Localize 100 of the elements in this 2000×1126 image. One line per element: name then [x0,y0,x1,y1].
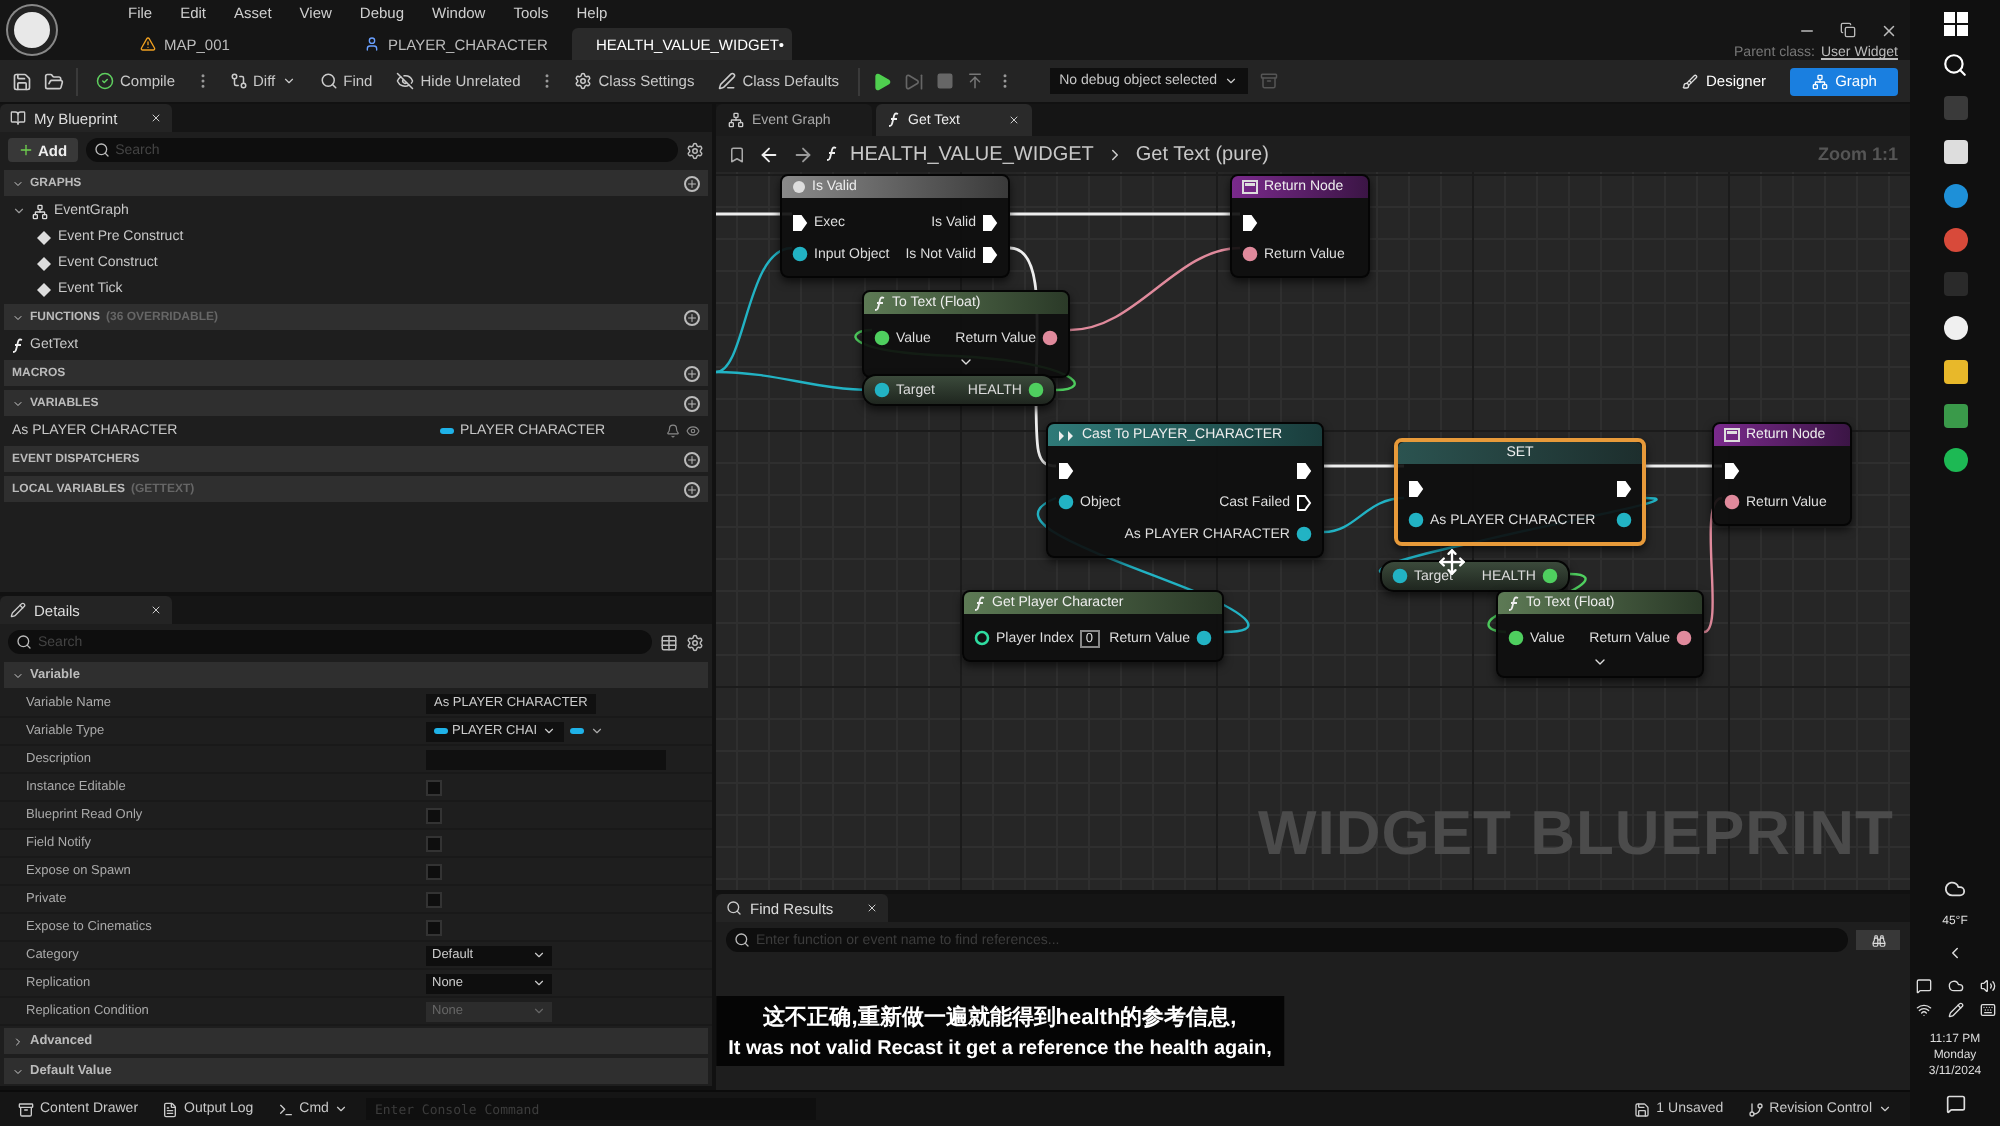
data-pin-icon[interactable] [1408,512,1424,528]
graph-canvas[interactable] [716,172,1910,890]
exec-pin-icon[interactable] [1616,479,1632,497]
exec-pin-icon[interactable] [792,213,808,231]
data-pin-icon[interactable] [1296,526,1312,542]
exec-pin-icon[interactable] [1296,461,1312,479]
data-pin-icon[interactable] [874,382,890,398]
return-icon [1724,428,1740,442]
speaker-icon[interactable] [1979,978,1995,994]
checkbox[interactable] [426,863,442,879]
caret-icon [541,724,556,738]
find-button[interactable] [1856,930,1900,950]
data-pin-icon[interactable] [1028,382,1044,398]
save-icon [1634,1101,1651,1117]
folder-icon[interactable] [1941,358,1969,386]
weather-cloud-icon[interactable] [1944,878,1966,900]
data-pin-icon[interactable] [1196,630,1212,646]
pen-icon[interactable] [1947,1002,1963,1018]
data-pin-icon[interactable] [1242,246,1258,262]
eject-icon[interactable] [965,72,984,90]
hidden-eye-icon [396,72,415,90]
save-icon[interactable] [12,71,32,91]
exec-pin-icon[interactable] [982,213,998,231]
graph-icon [1811,73,1828,89]
checkbox[interactable] [426,779,442,795]
exec-pin-icon[interactable] [1724,461,1740,479]
compare-icon [229,72,248,90]
data-pin-icon[interactable] [792,246,808,262]
checkbox[interactable] [426,891,442,907]
bell-icon[interactable] [666,424,680,438]
exec-pin-icon[interactable] [1058,461,1074,479]
data-pin-icon[interactable] [1042,330,1058,346]
folder-icon[interactable] [44,71,64,91]
graph-icon [32,203,48,219]
exec-pin-icon[interactable] [1242,213,1258,231]
caret-icon [334,1102,349,1116]
stop-icon[interactable] [935,72,954,90]
close-icon[interactable] [1880,22,1898,40]
exec-pin-icon[interactable] [982,245,998,263]
settings-icon[interactable] [686,633,704,651]
exec-pin-icon[interactable] [1408,479,1424,497]
expand-chevron-icon[interactable] [1592,654,1608,670]
search-icon [16,634,32,650]
breadcrumb-item[interactable]: HEALTH_VALUE_WIDGET [850,143,1094,165]
bookmark-icon[interactable] [728,145,746,163]
wifi-icon[interactable] [1915,1002,1931,1018]
table-icon[interactable] [660,633,678,651]
chat-icon[interactable] [1915,978,1931,994]
function-icon [974,595,986,611]
function-icon [888,112,900,128]
play-icon[interactable] [871,71,892,91]
back-icon[interactable] [758,143,780,165]
round-app-icon[interactable] [1941,446,1969,474]
forward-icon[interactable] [792,143,814,165]
search-icon [726,900,742,916]
data-pin-icon[interactable] [1616,512,1632,528]
checkbox[interactable] [426,807,442,823]
checkbox[interactable] [426,835,442,851]
step-icon[interactable] [903,71,924,91]
keyboard-icon[interactable] [1979,1002,1995,1018]
add-icon[interactable] [684,395,700,411]
data-pin-icon[interactable] [1058,494,1074,510]
function-icon [874,295,886,311]
windows-logo-icon[interactable] [1943,12,1967,36]
data-pin-icon[interactable] [1392,568,1408,584]
drawer-icon [18,1101,34,1117]
add-icon[interactable] [684,451,700,467]
cloud-icon[interactable] [1947,978,1963,994]
eye-icon[interactable] [686,424,700,438]
close-icon[interactable] [1008,114,1020,126]
search-icon[interactable] [1942,52,1968,78]
close-icon [150,604,162,616]
expand-chevron-icon[interactable] [958,354,974,370]
breadcrumb-item[interactable]: Get Text (pure) [1135,143,1269,165]
engine-logo[interactable] [8,6,56,54]
data-pin-icon[interactable] [1508,630,1524,646]
settings-icon[interactable] [686,141,704,159]
restore-icon[interactable] [1840,22,1856,38]
checkbox[interactable] [426,919,442,935]
binoculars-icon [1871,933,1885,947]
search-icon [93,142,110,158]
container-type-icon[interactable] [569,728,584,734]
function-icon [826,146,838,162]
caret-icon[interactable] [589,724,604,738]
search-icon [319,72,338,90]
data-pin-icon[interactable] [1542,568,1558,584]
add-icon[interactable] [684,365,700,381]
caret-icon [1223,74,1238,88]
add-icon[interactable] [684,481,700,497]
pencil-icon [10,602,26,618]
notification-icon[interactable] [1945,1094,1965,1114]
add-icon[interactable] [684,309,700,325]
data-pin-icon[interactable] [974,630,990,646]
chevron-icon[interactable] [1946,944,1964,962]
add-icon[interactable] [684,175,700,191]
warning-icon [140,36,156,52]
data-pin-icon[interactable] [1676,630,1692,646]
data-pin-icon[interactable] [1724,494,1740,510]
exec-pin-icon[interactable] [1296,493,1312,511]
data-pin-icon[interactable] [874,330,890,346]
